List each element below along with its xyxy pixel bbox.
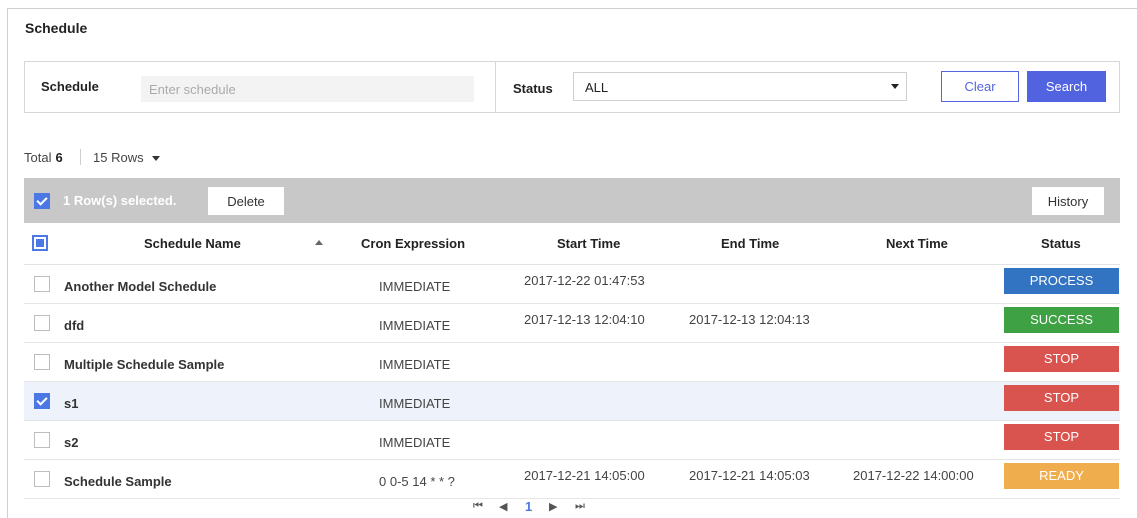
cron-expression-cell: IMMEDIATE [379,396,451,411]
end-time-cell: 2017-12-13 12:04:13 [689,312,810,327]
column-header-end-time: End Time [721,236,780,251]
filter-panel: Schedule Status ALL Clear Search [24,61,1120,113]
total-count: Total 6 [24,150,63,165]
status-filter-label: Status [513,81,553,96]
rows-per-page-value: 15 Rows [93,150,144,165]
select-all-checkbox[interactable] [32,235,48,251]
column-header-status: Status [1041,236,1081,251]
status-badge: SUCCESS [1004,307,1119,333]
table-row[interactable]: Schedule Sample 0 0-5 14 * * ? 2017-12-2… [24,460,1120,499]
cron-expression-cell: IMMEDIATE [379,357,451,372]
row-checkbox[interactable] [34,276,50,292]
schedule-name-cell: s2 [64,435,79,450]
row-checkbox[interactable] [34,471,50,487]
frame-left-border [7,8,8,518]
table-row[interactable]: dfd IMMEDIATE 2017-12-13 12:04:10 2017-1… [24,304,1120,343]
table-row[interactable]: s2 IMMEDIATE STOP [24,421,1120,460]
schedule-input[interactable] [141,76,474,102]
selection-action-bar: 1 Row(s) selected. Delete History [24,178,1120,223]
schedule-name-cell: s1 [64,396,79,411]
schedule-name-cell: Multiple Schedule Sample [64,357,225,372]
prev-page-icon[interactable]: ◀ [499,500,507,513]
schedule-filter-label: Schedule [41,79,99,94]
row-checkbox[interactable] [34,315,50,331]
total-number: 6 [55,150,63,165]
filter-divider [495,62,496,112]
status-badge: READY [1004,463,1119,489]
page-number-current[interactable]: 1 [525,499,532,514]
cron-expression-cell: IMMEDIATE [379,318,451,333]
table-body: Another Model Schedule IMMEDIATE 2017-12… [24,265,1120,499]
row-checkbox[interactable] [34,354,50,370]
row-checkbox[interactable] [34,432,50,448]
column-header-next-time: Next Time [886,236,948,251]
first-page-icon[interactable]: ⏮ [473,500,483,513]
cron-expression-cell: IMMEDIATE [379,279,451,294]
status-badge: STOP [1004,424,1119,450]
selection-count-text: 1 Row(s) selected. [63,193,177,208]
frame-top-border [7,8,1137,9]
column-header-cron-expression: Cron Expression [361,236,466,251]
status-select-value: ALL [585,80,609,95]
row-checkbox[interactable] [34,393,50,409]
caret-down-icon [151,156,160,162]
next-time-cell: 2017-12-22 14:00:00 [853,468,974,483]
history-button[interactable]: History [1032,187,1104,215]
table-row[interactable]: Another Model Schedule IMMEDIATE 2017-12… [24,265,1120,304]
rows-per-page-select[interactable]: 15 Rows [93,150,160,165]
total-separator [80,149,81,165]
page-title: Schedule [25,20,88,36]
sort-asc-icon[interactable] [315,240,323,245]
status-badge: PROCESS [1004,268,1119,294]
schedule-name-cell: Another Model Schedule [64,279,217,294]
table-row[interactable]: s1 IMMEDIATE STOP [24,382,1120,421]
table-row[interactable]: Multiple Schedule Sample IMMEDIATE STOP [24,343,1120,382]
pagination: ⏮ ◀ 1 ▶ ⏭ [473,498,653,518]
chevron-down-icon [891,84,899,89]
last-page-icon[interactable]: ⏭ [575,500,585,513]
next-page-icon[interactable]: ▶ [549,500,557,513]
total-label: Total [24,150,52,165]
schedule-name-cell: Schedule Sample [64,474,172,489]
status-select[interactable]: ALL [573,72,907,101]
search-button[interactable]: Search [1027,71,1106,102]
clear-button[interactable]: Clear [941,71,1019,102]
start-time-cell: 2017-12-21 14:05:00 [524,468,645,483]
column-header-schedule-name[interactable]: Schedule Name [144,236,241,251]
status-badge: STOP [1004,346,1119,372]
column-header-start-time: Start Time [557,236,621,251]
start-time-cell: 2017-12-22 01:47:53 [524,273,645,288]
start-time-cell: 2017-12-13 12:04:10 [524,312,645,327]
schedule-name-cell: dfd [64,318,85,333]
status-badge: STOP [1004,385,1119,411]
end-time-cell: 2017-12-21 14:05:03 [689,468,810,483]
cron-expression-cell: IMMEDIATE [379,435,451,450]
bulk-select-checkbox[interactable] [34,193,50,209]
cron-expression-cell: 0 0-5 14 * * ? [379,474,455,489]
delete-button[interactable]: Delete [208,187,284,215]
table-header: Schedule Name Cron Expression Start Time… [24,223,1120,265]
